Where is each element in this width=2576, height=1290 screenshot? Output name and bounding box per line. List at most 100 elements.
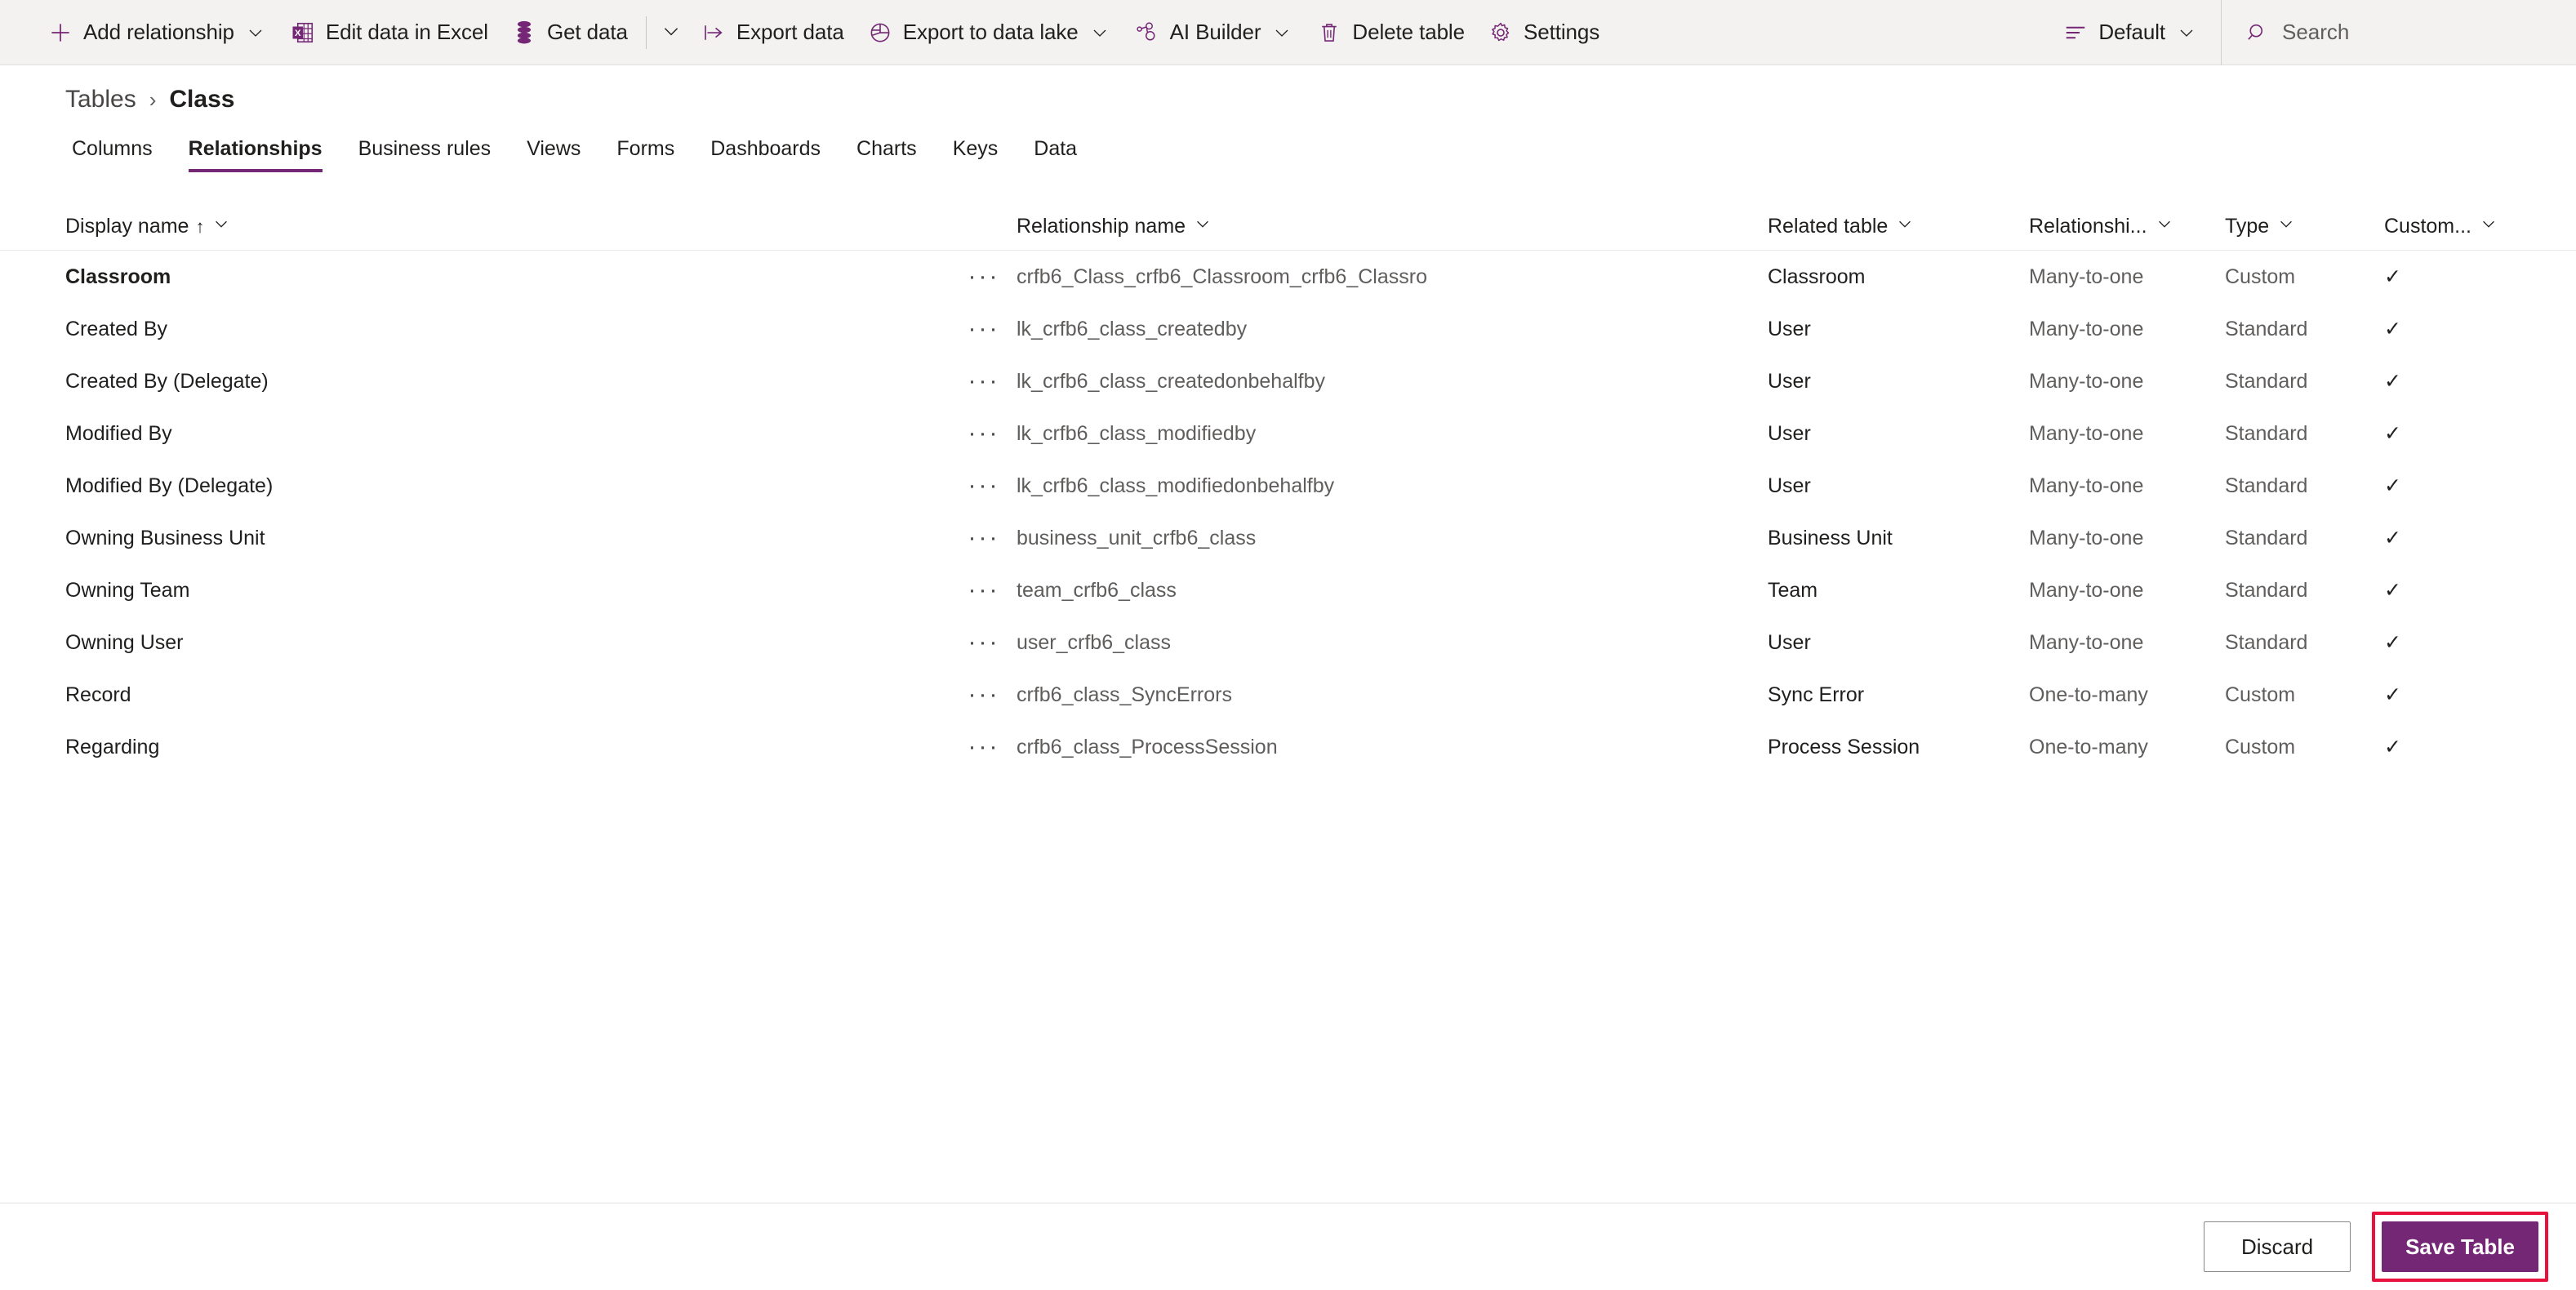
row-actions-button[interactable]: ··· xyxy=(951,526,1017,550)
trash-icon xyxy=(1316,20,1342,46)
search-placeholder: Search xyxy=(2282,20,2350,44)
cell-relationship-type: Many-to-one xyxy=(2029,421,2144,445)
cell-display-name: Owning Business Unit xyxy=(65,526,265,549)
view-selector[interactable]: Default xyxy=(2051,8,2209,57)
column-header-relationship-type[interactable]: Relationshi... xyxy=(2029,203,2225,251)
table-row[interactable]: Modified By ··· lk_crfb6_class_modifiedby U… xyxy=(0,407,2576,460)
discard-button[interactable]: Discard xyxy=(2204,1221,2351,1272)
settings-label: Settings xyxy=(1523,20,1600,44)
export-data-button[interactable]: Export data xyxy=(689,8,856,57)
cell-relationship-name: lk_crfb6_class_modifiedby xyxy=(1017,421,1257,445)
row-actions-button[interactable]: ··· xyxy=(951,630,1017,655)
cell-relationship-type: Many-to-one xyxy=(2029,317,2144,340)
table-row[interactable]: Created By (Delegate) ··· lk_crfb6_class_c… xyxy=(0,355,2576,407)
sort-ascending-icon: ↑ xyxy=(195,216,205,237)
table-row[interactable]: Owning Team ··· team_crfb6_class Team Many-t… xyxy=(0,564,2576,616)
tab-relationships[interactable]: Relationships xyxy=(171,137,340,172)
table-row[interactable]: Classroom ··· crfb6_Class_crfb6_Classroom_… xyxy=(0,251,2576,303)
chevron-down-icon[interactable] xyxy=(244,21,267,44)
checkmark-icon: ✓ xyxy=(2384,370,2401,393)
row-actions-button[interactable]: ··· xyxy=(951,735,1017,759)
get-data-button[interactable]: Get data xyxy=(500,8,639,57)
command-bar: Add relationship X Edit data in Excel Ge… xyxy=(0,0,2576,65)
table-row[interactable]: Created By ··· lk_crfb6_class_createdby Use… xyxy=(0,303,2576,355)
cell-type: Standard xyxy=(2225,317,2308,340)
get-data-overflow-chevron[interactable] xyxy=(653,8,689,57)
checkmark-icon: ✓ xyxy=(2384,265,2401,288)
cell-related-table: Sync Error xyxy=(1768,683,1865,706)
cell-related-table: Classroom xyxy=(1768,265,1866,288)
chevron-down-icon[interactable] xyxy=(2277,215,2295,238)
column-header-relationship-name[interactable]: Relationship name xyxy=(1017,203,1768,251)
export-to-data-lake-button[interactable]: Export to data lake xyxy=(856,8,1123,57)
tab-views[interactable]: Views xyxy=(509,137,598,172)
cell-type: Standard xyxy=(2225,369,2308,393)
cell-related-table: User xyxy=(1768,630,1811,654)
row-actions-button[interactable]: ··· xyxy=(951,474,1017,498)
chevron-down-icon[interactable] xyxy=(2480,215,2498,238)
table-row[interactable]: Record ··· crfb6_class_SyncErrors Sync Erro… xyxy=(0,669,2576,721)
table-row[interactable]: Regarding ··· crfb6_class_ProcessSession Pr… xyxy=(0,721,2576,773)
cell-related-table: Team xyxy=(1768,578,1818,602)
chevron-down-icon[interactable] xyxy=(212,215,230,238)
column-header-related-table[interactable]: Related table xyxy=(1768,203,2029,251)
svg-text:X: X xyxy=(295,28,301,38)
column-header-row-actions xyxy=(951,203,1017,251)
table-row[interactable]: Owning User ··· user_crfb6_class User Many-t… xyxy=(0,616,2576,669)
breadcrumb-tables-link[interactable]: Tables xyxy=(65,86,136,113)
table-row[interactable]: Modified By (Delegate) ··· lk_crfb6_class_… xyxy=(0,460,2576,512)
tab-charts[interactable]: Charts xyxy=(839,137,935,172)
settings-button[interactable]: Settings xyxy=(1476,8,1611,57)
cell-related-table: User xyxy=(1768,317,1811,340)
column-header-display-name[interactable]: Display name ↑ xyxy=(65,203,951,251)
excel-icon: X xyxy=(290,20,316,46)
edit-data-in-excel-button[interactable]: X Edit data in Excel xyxy=(278,8,500,57)
checkmark-icon: ✓ xyxy=(2384,736,2401,758)
checkmark-icon: ✓ xyxy=(2384,579,2401,602)
chevron-down-icon[interactable] xyxy=(2156,215,2173,238)
tab-keys[interactable]: Keys xyxy=(935,137,1017,172)
cell-relationship-type: One-to-many xyxy=(2029,735,2148,758)
tab-data[interactable]: Data xyxy=(1016,137,1095,172)
column-header-customizable[interactable]: Custom... xyxy=(2384,203,2547,251)
row-actions-button[interactable]: ··· xyxy=(951,265,1017,289)
table-row[interactable]: Owning Business Unit ··· business_unit_crf… xyxy=(0,512,2576,564)
tab-forms[interactable]: Forms xyxy=(598,137,692,172)
cell-type: Custom xyxy=(2225,735,2296,758)
cell-type: Standard xyxy=(2225,630,2308,654)
cell-relationship-type: Many-to-one xyxy=(2029,474,2144,497)
ai-builder-button[interactable]: AI Builder xyxy=(1123,8,1306,57)
row-actions-button[interactable]: ··· xyxy=(951,421,1017,446)
chevron-down-icon[interactable] xyxy=(1088,21,1111,44)
view-selector-label: Default xyxy=(2098,20,2165,44)
row-actions-button[interactable]: ··· xyxy=(951,369,1017,394)
cell-related-table: User xyxy=(1768,474,1811,497)
ai-builder-label: AI Builder xyxy=(1169,20,1261,44)
row-actions-button[interactable]: ··· xyxy=(951,317,1017,341)
view-list-icon xyxy=(2062,20,2089,46)
chevron-down-icon[interactable] xyxy=(1270,21,1293,44)
chevron-down-icon[interactable] xyxy=(1194,215,1212,238)
column-header-type[interactable]: Type xyxy=(2225,203,2384,251)
cell-display-name: Modified By xyxy=(65,421,172,445)
checkmark-icon: ✓ xyxy=(2384,631,2401,654)
chevron-down-icon[interactable] xyxy=(1896,215,1914,238)
save-table-button[interactable]: Save Table xyxy=(2382,1221,2538,1272)
cell-relationship-name: business_unit_crfb6_class xyxy=(1017,526,1257,549)
column-header-type-label: Type xyxy=(2225,215,2270,238)
checkmark-icon: ✓ xyxy=(2384,474,2401,497)
delete-table-button[interactable]: Delete table xyxy=(1305,8,1476,57)
row-actions-button[interactable]: ··· xyxy=(951,578,1017,603)
add-relationship-button[interactable]: Add relationship xyxy=(36,8,278,57)
search-input[interactable]: Search xyxy=(2225,0,2552,65)
plus-icon xyxy=(47,20,73,46)
row-actions-button[interactable]: ··· xyxy=(951,683,1017,707)
cell-relationship-name: crfb6_class_ProcessSession xyxy=(1017,735,1278,758)
cell-type: Standard xyxy=(2225,421,2308,445)
delete-table-label: Delete table xyxy=(1352,20,1465,44)
tab-business-rules[interactable]: Business rules xyxy=(340,137,509,172)
cell-relationship-type: Many-to-one xyxy=(2029,630,2144,654)
tab-dashboards[interactable]: Dashboards xyxy=(692,137,839,172)
tab-columns[interactable]: Columns xyxy=(65,137,171,172)
chevron-down-icon[interactable] xyxy=(2175,21,2198,44)
